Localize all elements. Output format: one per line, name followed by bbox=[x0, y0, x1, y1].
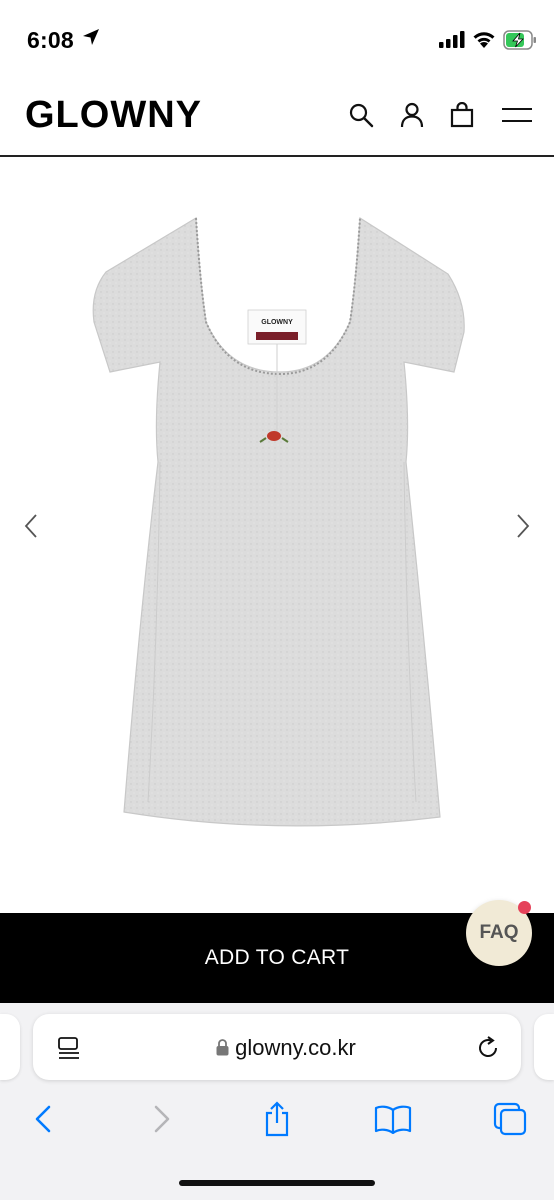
chevron-left-icon[interactable] bbox=[20, 511, 44, 541]
brand-logo[interactable]: GLOWNY bbox=[25, 94, 202, 137]
faq-label: FAQ bbox=[479, 922, 519, 943]
wifi-icon bbox=[472, 29, 496, 53]
forward-icon[interactable] bbox=[142, 1099, 182, 1139]
location-arrow-icon bbox=[82, 28, 100, 51]
previous-tab-peek[interactable] bbox=[0, 1014, 20, 1080]
shopping-bag-icon[interactable] bbox=[447, 100, 477, 130]
notification-dot bbox=[518, 901, 531, 914]
reload-icon[interactable] bbox=[475, 1035, 501, 1066]
status-bar: 6:08 bbox=[0, 0, 554, 80]
search-icon[interactable] bbox=[346, 100, 376, 130]
url-text[interactable]: glowny.co.kr bbox=[33, 1035, 521, 1062]
chevron-right-icon[interactable] bbox=[512, 511, 536, 541]
product-gallery[interactable]: GLOWNY bbox=[0, 157, 554, 914]
battery-charging-icon bbox=[503, 30, 537, 55]
share-icon[interactable] bbox=[257, 1099, 297, 1139]
back-icon[interactable] bbox=[23, 1099, 63, 1139]
address-bar[interactable]: glowny.co.kr bbox=[33, 1014, 521, 1080]
next-tab-peek[interactable] bbox=[534, 1014, 554, 1080]
product-image[interactable]: GLOWNY bbox=[88, 212, 468, 857]
menu-icon[interactable] bbox=[500, 100, 534, 130]
site-header: GLOWNY bbox=[0, 80, 554, 157]
lock-icon bbox=[216, 1036, 229, 1062]
cellular-signal-icon bbox=[439, 31, 465, 53]
status-time: 6:08 bbox=[27, 27, 74, 53]
url-label: glowny.co.kr bbox=[235, 1035, 356, 1060]
browser-chrome: glowny.co.kr bbox=[0, 1003, 554, 1200]
account-icon[interactable] bbox=[397, 100, 427, 130]
tabs-icon[interactable] bbox=[490, 1099, 530, 1139]
care-label: GLOWNY bbox=[261, 319, 293, 326]
home-indicator bbox=[179, 1180, 375, 1186]
faq-button[interactable]: FAQ bbox=[466, 900, 532, 966]
bookmarks-icon[interactable] bbox=[373, 1099, 413, 1139]
